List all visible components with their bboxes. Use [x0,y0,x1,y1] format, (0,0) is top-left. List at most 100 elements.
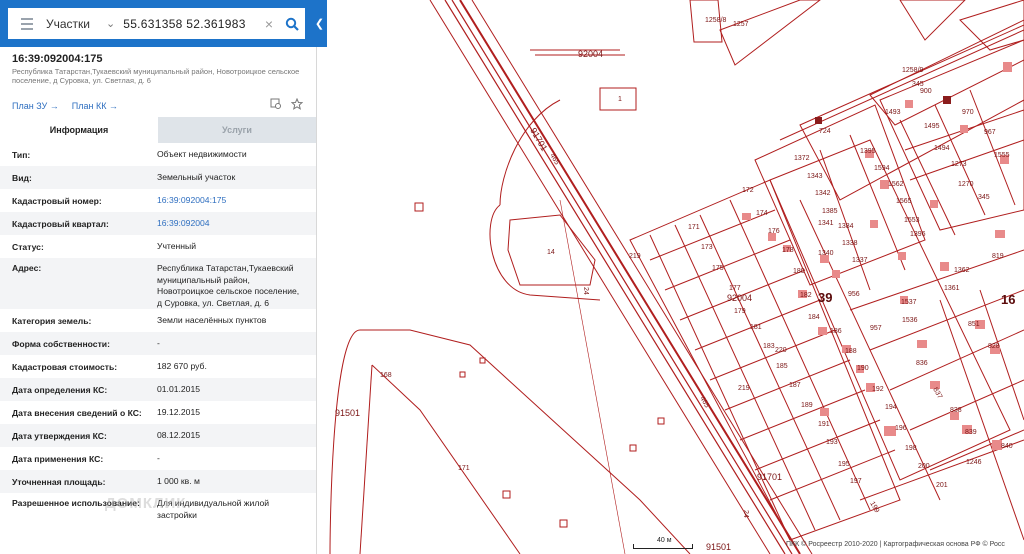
parcel-label: 24 [742,510,749,518]
parcel-label: 1537 [901,299,917,306]
info-row: Уточненная площадь: 1 000 кв. м [0,470,316,493]
scale-bar [633,544,693,549]
parcel-label: 840 [1001,443,1013,450]
object-address: Республика Татарстан,Тукаевский муниципа… [12,67,300,85]
parcel-label: 1494 [934,145,950,152]
zoom-to-object-icon[interactable] [270,98,282,113]
info-label: Адрес: [12,263,42,273]
parcel-label: 1341 [818,220,834,227]
info-row: Адрес: Республика Татарстан,Тукаевский му… [0,258,316,309]
parcel-label: 24 [582,287,589,295]
info-value: 08.12.2015 [157,429,201,440]
parcel-label: 1536 [902,317,918,324]
info-row: Категория земель: Земли населённых пункто… [0,309,316,332]
info-label: Кадастровый номер: [12,195,102,206]
info-row: Вид: Земельный участок [0,166,316,189]
info-label: Дата определения КС: [12,384,108,395]
info-label: Дата утверждения КС: [12,430,107,441]
info-value: Республика Татарстан,Тукаевский муниципа… [157,263,300,308]
parcel-label: 173 [701,244,713,251]
parcel-label: 179 [734,308,746,315]
parcel-label: 1565 [896,198,912,205]
parcel-label: 1258/8 [705,17,727,24]
info-label: Уточненная площадь: [12,476,106,487]
parcel-label: 1562 [888,181,904,188]
info-value: 19.12.2015 [157,406,201,417]
parcel-label: 198 [905,445,917,452]
clear-icon[interactable]: × [265,16,273,32]
chevron-down-icon[interactable]: ⌄ [106,17,115,30]
collapse-panel-icon[interactable]: ❮ [312,0,327,47]
menu-icon[interactable] [12,17,42,30]
search-icon [285,17,299,31]
parcel-label: 967 [984,129,996,136]
parcel-label: 1258/9 [902,67,924,74]
scale-label: 40 м [657,537,672,544]
parcel-label: 1495 [924,123,940,130]
search-button[interactable] [279,11,305,37]
parcel-label: 192 [872,386,884,393]
parcel-label: 16 [1001,292,1015,307]
parcel-label: 180 [793,268,805,275]
info-row: Кадастровый номер: 16:39:092004:175 [0,189,316,212]
info-label: Статус: [12,241,44,252]
info-value[interactable]: 16:39:092004:175 [157,195,304,207]
parcel-label: 956 [848,291,860,298]
parcel-label: 1273 [951,161,967,168]
info-label: Форма собственности: [12,338,110,349]
parcel-label: 182 [800,292,812,299]
tab-information[interactable]: Информация [0,117,158,143]
parcel-label: 191 [818,421,830,428]
parcel-label: 1493 [885,109,901,116]
info-row: Дата утверждения КС: 08.12.2015 [0,424,316,447]
parcel-label: 188 [845,348,857,355]
search-box: Участки ⌄ 55.631358 52.361983 × [8,8,305,39]
parcel-label: 219 [629,253,641,260]
parcel-label: 185 [776,363,788,370]
parcel-label: 92004 [578,49,603,59]
parcel-label: 1396 [910,231,926,238]
plan-links: План ЗУ → План КК → [12,101,118,111]
info-value: 1 000 кв. м [157,475,200,486]
parcel-label: 1246 [966,459,982,466]
parcel-label: 200 [918,463,930,470]
parcel-label: 1343 [807,173,823,180]
parcel-label: 175 [712,265,724,272]
parcel-label: 174 [756,210,768,217]
parcel-label: 970 [962,109,974,116]
plan-zu-link[interactable]: План ЗУ → [12,101,59,111]
info-value: - [157,452,160,463]
parcel-label: 14 [547,249,555,256]
parcel-label: 171 [688,224,700,231]
tab-services[interactable]: Услуги [158,117,316,143]
parcel-label: 1384 [838,223,854,230]
parcel-label: 1257 [733,21,749,28]
parcel-label: 851 [968,321,980,328]
parcel-label: 92004 [727,293,752,303]
parcel-label: 91501 [335,408,360,418]
parcel-label: 1372 [794,155,810,162]
info-value[interactable]: 16:39:092004 [157,218,304,230]
plan-kk-link[interactable]: План КК → [72,101,118,111]
info-value: 01.01.2015 [157,383,201,394]
parcel-label: 1361 [944,285,960,292]
parcel-label: 724 [819,128,831,135]
parcel-label: 187 [789,382,801,389]
info-panel: 16:39:092004:175 Республика Татарстан,Ту… [0,0,317,554]
search-type-select[interactable]: Участки [46,17,106,31]
watermark: ДОМКЛИК [105,495,187,512]
parcel-label: 184 [808,314,820,321]
info-value: - [157,337,160,348]
parcel-label: 345 [912,81,924,88]
parcel-label: 1362 [954,267,970,274]
info-label: Дата применения КС: [12,453,104,464]
parcel-label: 957 [870,325,882,332]
star-icon[interactable] [290,97,304,113]
parcel-label: 1270 [958,181,974,188]
parcel-label: 836 [916,360,928,367]
parcel-label: 1342 [815,190,831,197]
search-input[interactable]: 55.631358 52.361983 [123,17,265,31]
info-value: 182 670 руб. [157,360,207,371]
parcel-label: 168 [380,372,392,379]
info-label: Тип: [12,149,31,160]
